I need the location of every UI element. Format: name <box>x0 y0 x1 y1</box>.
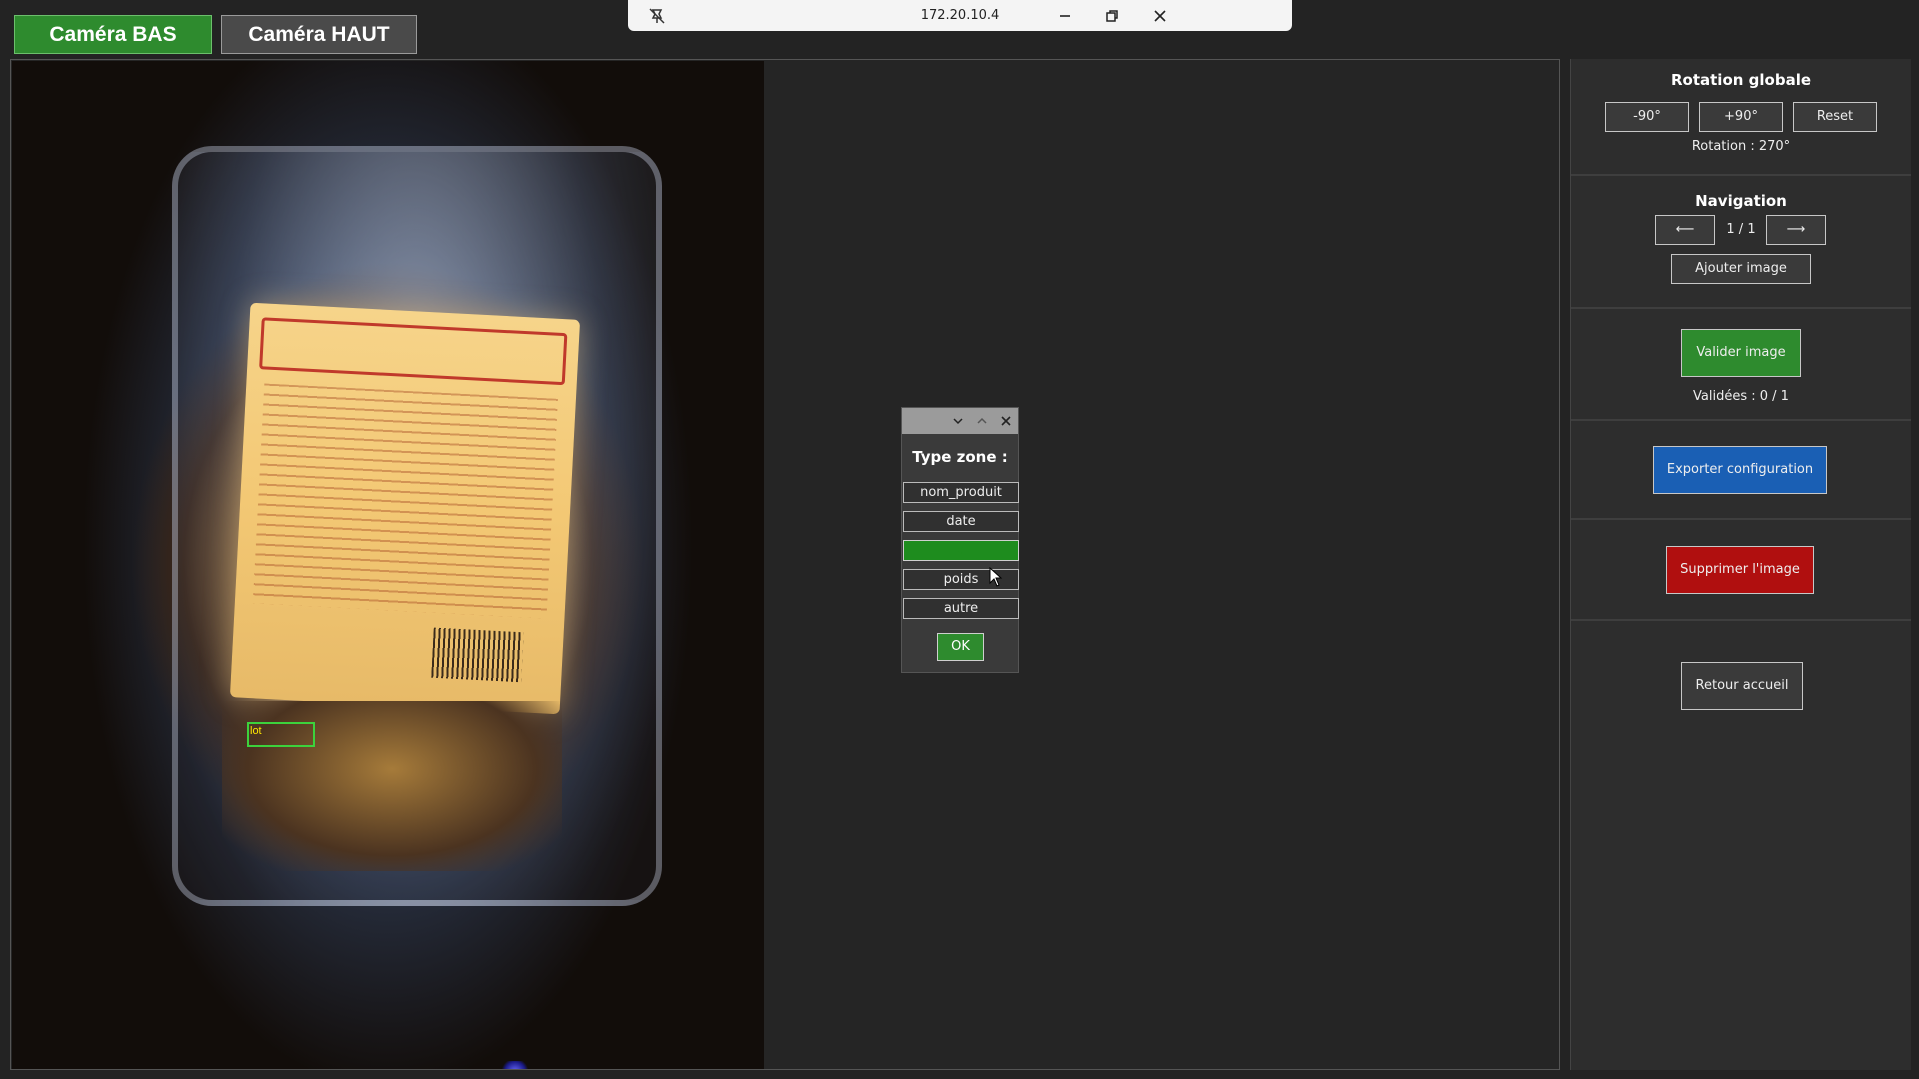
dialog-heading: Type zone : <box>912 448 1008 466</box>
add-image-button[interactable]: Ajouter image <box>1671 254 1811 284</box>
delete-section: Supprimer l'image <box>1571 520 1911 621</box>
zone-type-dialog: Type zone : nom_produit date lot poids a… <box>901 407 1019 673</box>
rotate-plus-90-button[interactable]: +90° <box>1699 102 1783 132</box>
export-config-button[interactable]: Exporter configuration <box>1653 446 1827 494</box>
option-date[interactable]: date <box>903 511 1019 532</box>
restore-icon[interactable] <box>1101 5 1123 27</box>
option-lot[interactable]: lot <box>903 540 1019 561</box>
product-label <box>229 302 581 715</box>
close-icon[interactable] <box>998 413 1014 429</box>
tab-camera-haut[interactable]: Caméra HAUT <box>221 15 417 54</box>
rotation-section: Rotation globale -90° +90° Reset Rotatio… <box>1571 59 1911 176</box>
remote-desktop-toolbar: 172.20.10.4 <box>628 0 1292 31</box>
option-nom-produit[interactable]: nom_produit <box>903 482 1019 503</box>
validate-image-button[interactable]: Valider image <box>1681 329 1801 377</box>
rotation-reset-button[interactable]: Reset <box>1793 102 1877 132</box>
label-recycle-band <box>259 317 568 386</box>
navigation-title: Navigation <box>1695 192 1787 210</box>
navigation-section: Navigation ⟵ 1 / 1 ⟶ Ajouter image <box>1571 176 1911 309</box>
camera-image[interactable]: lot <box>12 61 764 1069</box>
back-home-button[interactable]: Retour accueil <box>1681 662 1803 710</box>
minimize-icon[interactable] <box>1054 5 1076 27</box>
validate-section: Valider image Validées : 0 / 1 <box>1571 309 1911 421</box>
label-text <box>252 383 558 619</box>
zone-tag: lot <box>250 725 262 737</box>
close-icon[interactable] <box>1149 5 1171 27</box>
page-indicator: 1 / 1 <box>1726 222 1756 237</box>
chevron-up-icon[interactable] <box>974 413 990 429</box>
mouse-cursor-icon <box>989 566 1003 587</box>
next-image-button[interactable]: ⟶ <box>1766 215 1826 245</box>
label-barcode <box>431 627 524 683</box>
delete-image-button[interactable]: Supprimer l'image <box>1666 546 1814 594</box>
control-panel: Rotation globale -90° +90° Reset Rotatio… <box>1570 59 1911 1070</box>
rotate-minus-90-button[interactable]: -90° <box>1605 102 1689 132</box>
remote-host-address: 172.20.10.4 <box>920 8 1000 23</box>
validated-count: Validées : 0 / 1 <box>1693 389 1789 404</box>
option-autre[interactable]: autre <box>903 598 1019 619</box>
dialog-titlebar[interactable] <box>902 408 1018 434</box>
tab-camera-bas[interactable]: Caméra BAS <box>14 15 212 54</box>
rotation-status: Rotation : 270° <box>1691 139 1791 154</box>
export-section: Exporter configuration <box>1571 421 1911 520</box>
image-canvas[interactable]: lot <box>10 59 1560 1070</box>
ok-button[interactable]: OK <box>937 633 984 661</box>
chevron-down-icon[interactable] <box>950 413 966 429</box>
rotation-title: Rotation globale <box>1670 71 1812 89</box>
blue-led <box>502 1061 528 1069</box>
